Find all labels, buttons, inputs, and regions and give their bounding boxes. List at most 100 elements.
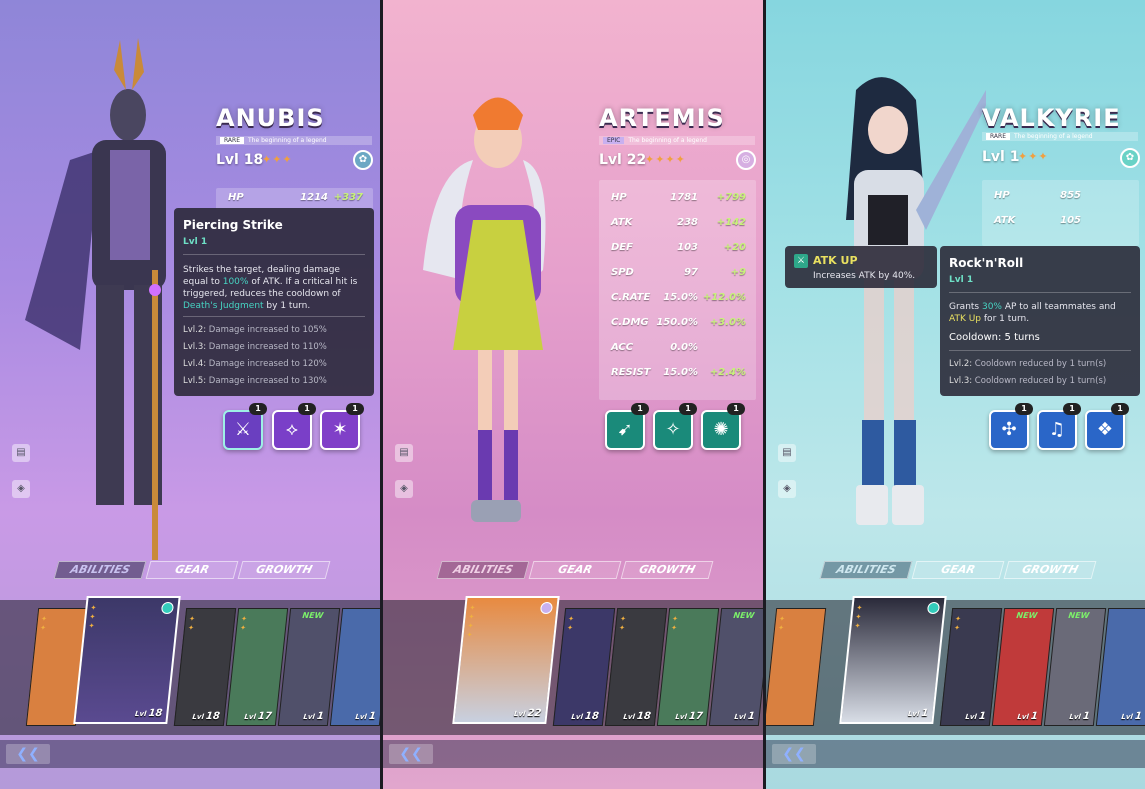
upgrade-line: Lvl.2: Damage increased to 105% [183, 325, 327, 335]
tooltip-description: Strikes the target, dealing damage equal… [183, 265, 358, 311]
hero-name: ARTEMIS [599, 104, 725, 132]
bottom-bar: ❮❮ [383, 740, 763, 768]
upgrade-line: Lvl.5: Damage increased to 130% [183, 376, 327, 386]
tagline: The beginning of a legend [248, 137, 327, 144]
tooltip-title: Piercing Strike [183, 218, 283, 232]
skill-tooltip: Piercing Strike Lvl 1 Strikes the target… [174, 208, 374, 396]
tooltip-level: Lvl 1 [949, 275, 974, 285]
stats-panel: HP 1214 +337 [216, 188, 373, 210]
hero-stars: ✦✦✦ [1018, 150, 1049, 163]
layers-icon[interactable]: ◈ [778, 480, 796, 498]
layers-icon[interactable]: ◈ [395, 480, 413, 498]
buff-title: ATK UP [813, 254, 858, 267]
element-icon[interactable]: ◎ [736, 150, 756, 170]
sword-icon: ⚔ [794, 254, 808, 268]
book-icon[interactable]: ▤ [778, 444, 796, 462]
stat-row: RESIST 15.0% +2.4% [611, 367, 746, 378]
hero-roster: ✦ ✦ ✦ ✦ Lvl22 ✦ ✦ Lvl18 ✦ ✦ Lvl18 ✦ ✦ Lvl17 NEW Lvl… [383, 596, 763, 735]
double-chevron-left-icon: ❮❮ [399, 746, 423, 762]
skill-2-icon: ⟡ [286, 419, 298, 440]
rarity-badge: RARE [220, 137, 244, 144]
tab-growth[interactable]: GROWTH [620, 561, 714, 579]
bottom-bar: ❮❮ [0, 740, 380, 768]
wings-icon: ❖ [1096, 419, 1114, 440]
hero-level: Lvl 22 [599, 152, 647, 168]
tooltip-level: Lvl 1 [183, 237, 208, 247]
stat-row: SPD 97 +9 [611, 267, 746, 278]
hero-name: VALKYRIE [982, 104, 1121, 132]
hero-roster: ✦ ✦ ✦ ✦ ✦ Lvl1 ✦ ✦ Lvl1 NEW Lvl1 NEW Lvl1 Lvl1 [766, 596, 1145, 735]
tab-abilities[interactable]: ABILITIES [436, 561, 530, 579]
skill-3-icon: ✶ [332, 419, 348, 440]
book-icon[interactable]: ▤ [12, 444, 30, 462]
tab-growth[interactable]: GROWTH [237, 561, 331, 579]
upgrade-line: Lvl.4: Damage increased to 120% [183, 359, 327, 369]
music-note-icon: ♫ [1048, 419, 1066, 440]
hero-panel-artemis: ARTEMIS EPIC The beginning of a legend Lv… [383, 0, 763, 789]
hero-roster: ✦ ✦ ✦ ✦ ✦ Lvl18 ✦ ✦ Lvl18 ✦ ✦ Lvl17 NEW Lvl1 Lvl1 [0, 596, 380, 735]
artemis-character-art [423, 97, 546, 522]
skill-slot-2[interactable]: ♫ 1 [1037, 403, 1081, 450]
tooltip-cooldown: Cooldown: 5 turns [949, 332, 1040, 343]
skill-slot-3[interactable]: ✶ 1 [320, 403, 364, 450]
skill-slot-1[interactable]: ➹ 1 [605, 403, 649, 450]
tab-growth[interactable]: GROWTH [1003, 561, 1097, 579]
stat-row: ACC 0.0% [611, 342, 698, 353]
bottom-bar: ❮❮ [766, 740, 1145, 768]
back-button[interactable]: ❮❮ [6, 744, 50, 764]
layers-icon[interactable]: ◈ [12, 480, 30, 498]
skill-1-icon: ✣ [1001, 419, 1017, 440]
element-icon[interactable]: ✿ [1120, 148, 1140, 168]
stat-row: HP 1781 +799 [611, 192, 746, 203]
skill-slot-1[interactable]: ⚔ 1 [223, 403, 267, 450]
double-chevron-left-icon: ❮❮ [16, 746, 40, 762]
hero-level: Lvl 18 [216, 152, 264, 168]
tooltip-title: Rock'n'Roll [949, 256, 1024, 270]
skill-slot-2[interactable]: ✧ 1 [653, 403, 697, 450]
tab-abilities[interactable]: ABILITIES [53, 561, 147, 579]
roster-card[interactable]: ✦ ✦ [766, 608, 827, 726]
tab-gear[interactable]: GEAR [528, 561, 622, 579]
stat-row: ATK 105 [994, 215, 1081, 226]
roster-card-selected[interactable]: ✦ ✦ ✦ Lvl18 [73, 596, 181, 724]
tab-gear[interactable]: GEAR [911, 561, 1005, 579]
skill-slot-1[interactable]: ✣ 1 [989, 403, 1033, 450]
back-button[interactable]: ❮❮ [772, 744, 816, 764]
rarity-badge: EPIC [603, 137, 625, 144]
skill-tooltip: Rock'n'Roll Lvl 1 Grants 30% AP to all t… [940, 246, 1140, 396]
skill-slot-3[interactable]: ✺ 1 [701, 403, 745, 450]
hero-stars: ✦✦✦✦ [645, 153, 686, 166]
tagline: The beginning of a legend [628, 137, 707, 144]
double-chevron-left-icon: ❮❮ [782, 746, 806, 762]
tab-gear[interactable]: GEAR [145, 561, 239, 579]
stats-panel: HP 1781 +799 ATK 238 +142 DEF 103 +20 SPD 97 +9 … [599, 180, 756, 400]
roster-card-selected[interactable]: ✦ ✦ ✦ ✦ Lvl22 [452, 596, 560, 724]
book-icon[interactable]: ▤ [395, 444, 413, 462]
skill-2-icon: ✧ [665, 419, 681, 440]
back-button[interactable]: ❮❮ [389, 744, 433, 764]
rarity-bar: EPIC The beginning of a legend [599, 136, 755, 145]
skill-slot-3[interactable]: ❖ 1 [1085, 403, 1129, 450]
stats-panel: HP 855 ATK 105 [982, 180, 1139, 246]
rarity-badge: RARE [986, 133, 1010, 140]
skill-3-icon: ✺ [713, 419, 729, 440]
stat-row: HP 855 [994, 190, 1081, 201]
hero-name: ANUBIS [216, 104, 325, 132]
hero-stars: ✦✦✦ [262, 153, 293, 166]
stat-row: ATK 238 +142 [611, 217, 746, 228]
element-icon[interactable]: ✿ [353, 150, 373, 170]
roster-card-selected[interactable]: ✦ ✦ ✦ Lvl1 [839, 596, 947, 724]
tooltip-description: Grants 30% AP to all teammates and ATK U… [949, 302, 1116, 324]
upgrade-line: Lvl.3: Cooldown reduced by 1 turn(s) [949, 376, 1107, 386]
upgrade-line: Lvl.2: Cooldown reduced by 1 turn(s) [949, 359, 1107, 369]
buff-tooltip: ⚔ ATK UP Increases ATK by 40%. [785, 246, 937, 288]
skill-1-icon: ⚔ [234, 419, 252, 440]
skill-1-icon: ➹ [617, 419, 633, 440]
hero-panel-anubis: ANUBIS RARE The beginning of a legend Lvl… [0, 0, 380, 789]
hero-panel-valkyrie: VALKYRIE RARE The beginning of a legend L… [766, 0, 1145, 789]
tab-abilities[interactable]: ABILITIES [819, 561, 913, 579]
rarity-bar: RARE The beginning of a legend [216, 136, 372, 145]
skill-slot-2[interactable]: ⟡ 1 [272, 403, 316, 450]
stat-row: DEF 103 +20 [611, 242, 746, 253]
stat-row: C.DMG 150.0% +3.0% [611, 317, 746, 328]
